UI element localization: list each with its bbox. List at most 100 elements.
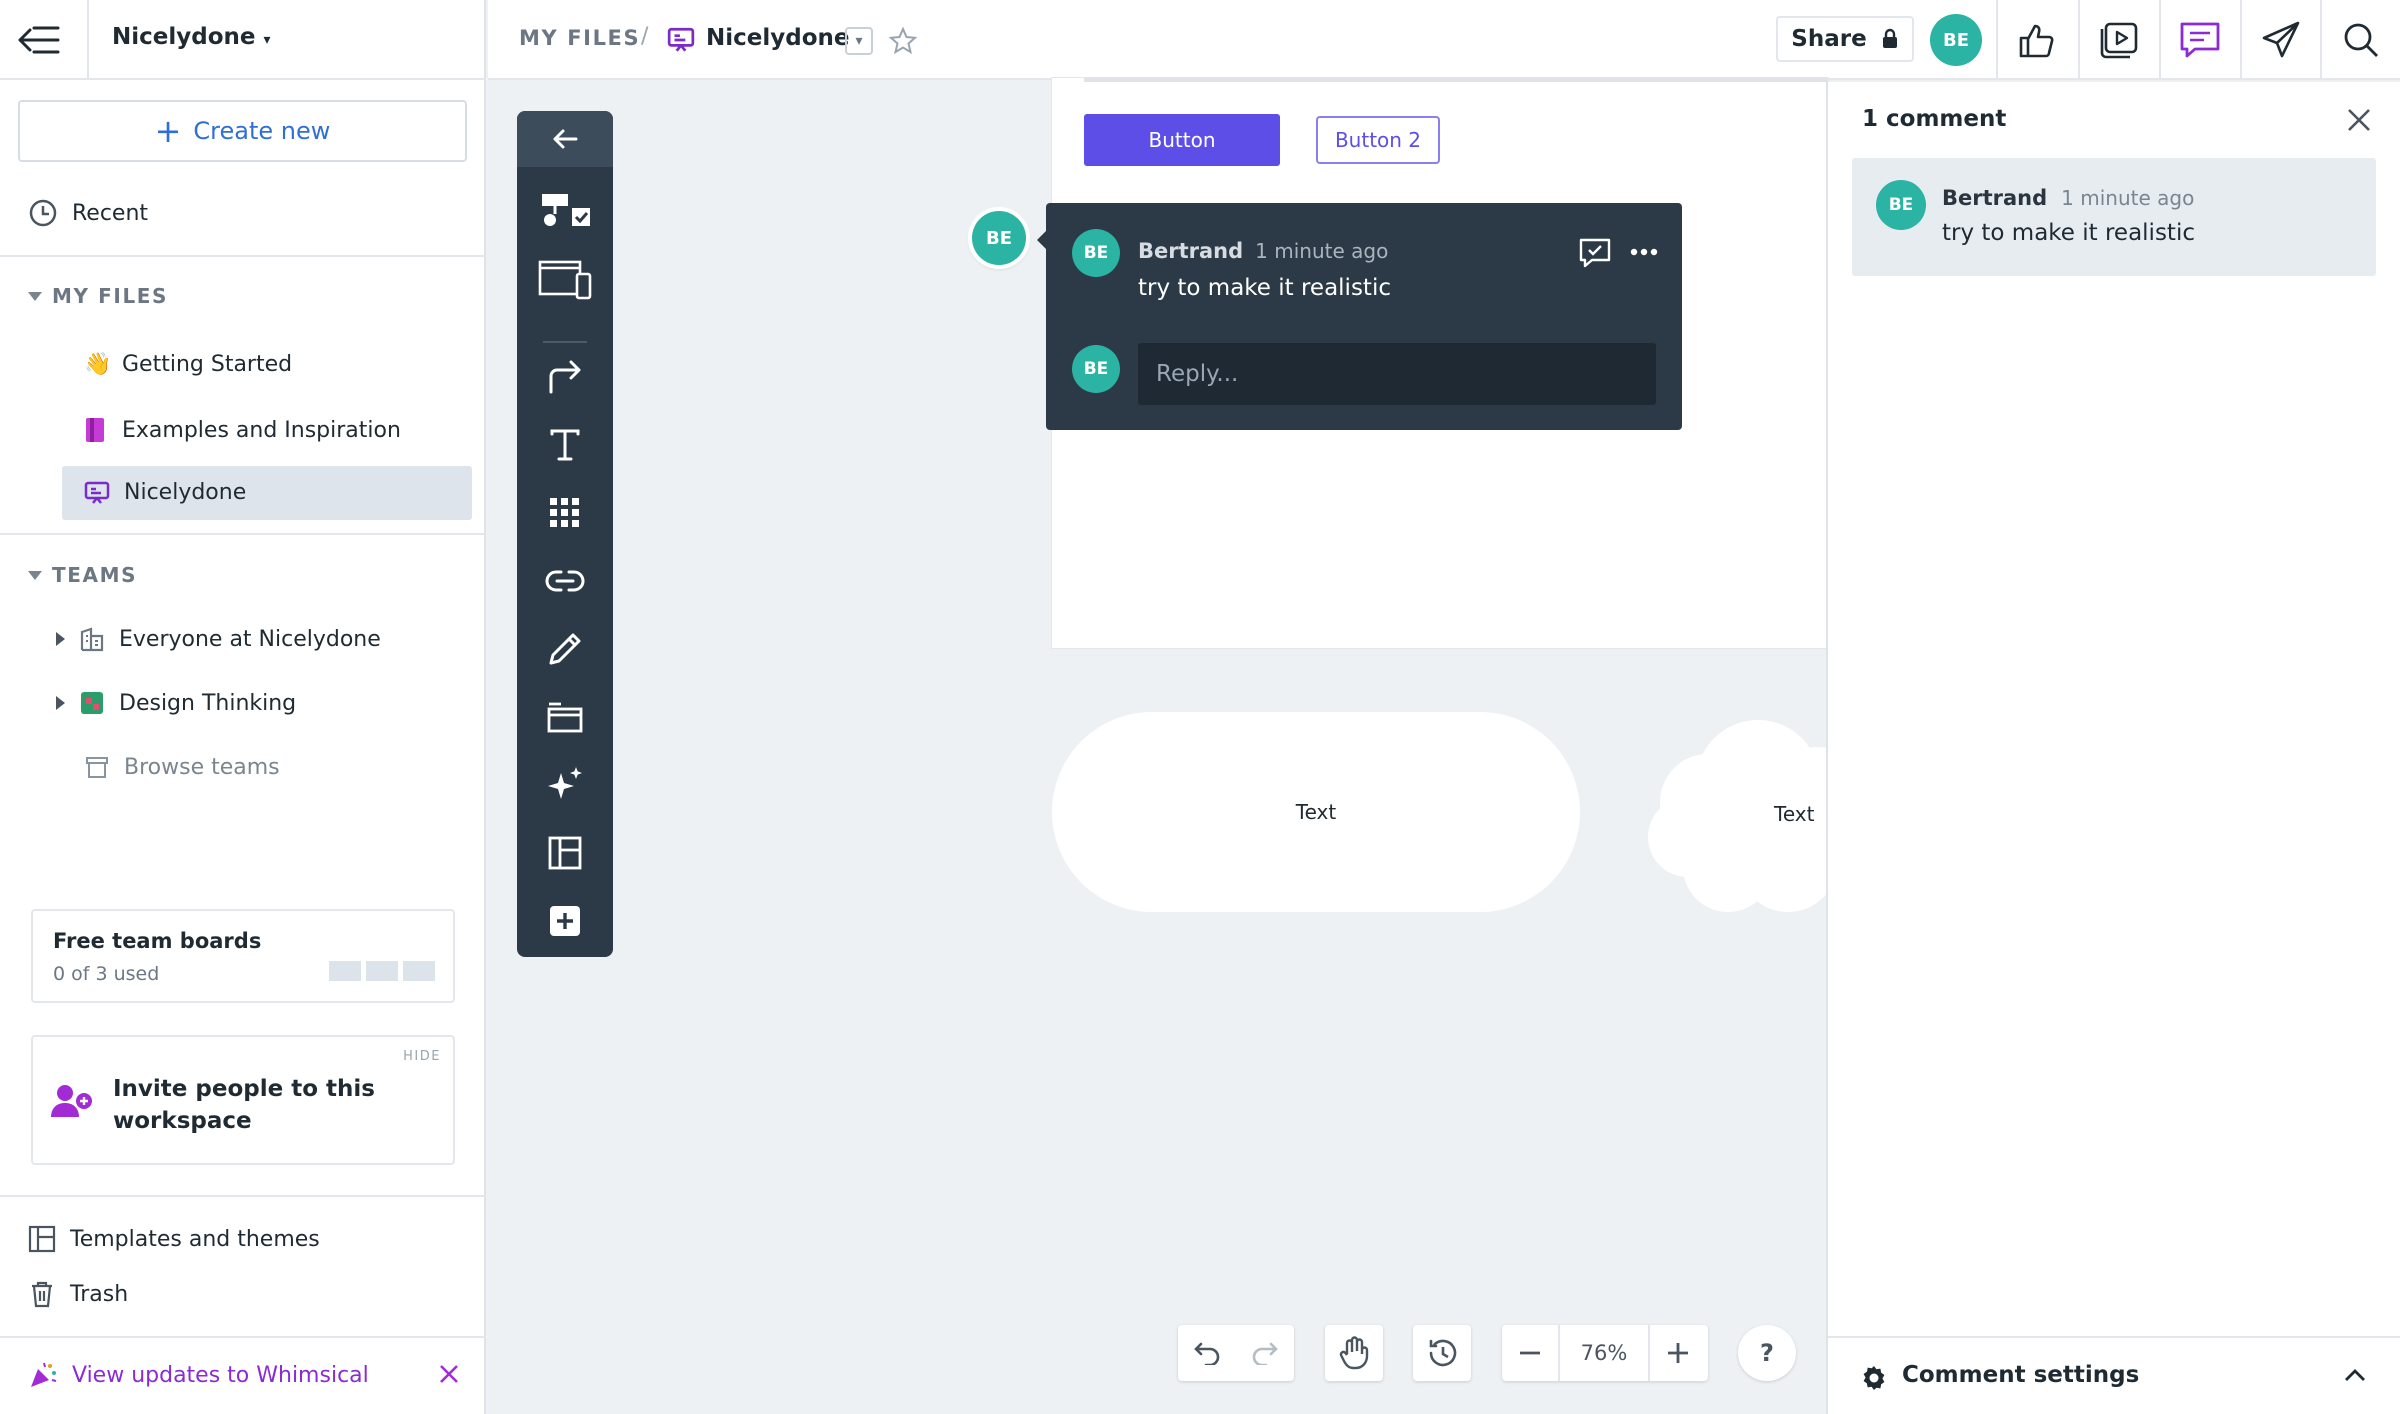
file-menu-chevron-down-icon[interactable]: ▾: [845, 27, 873, 55]
resolve-comment-icon[interactable]: [1578, 237, 1612, 269]
file-name[interactable]: Nicelydone: [706, 25, 849, 51]
avatar: BE: [1072, 229, 1120, 277]
breadcrumb-separator: /: [641, 24, 649, 49]
help-button[interactable]: ?: [1738, 1325, 1796, 1381]
lock-icon: [1881, 28, 1899, 50]
send-button[interactable]: [2240, 0, 2320, 80]
sparkle-icon: [545, 765, 585, 805]
history-icon: [1426, 1338, 1458, 1368]
invite-card[interactable]: HIDE Invite people to this workspace: [31, 1035, 455, 1165]
divider: [0, 533, 486, 535]
board-icon: [667, 27, 695, 53]
pan-tool-button[interactable]: [1325, 1325, 1383, 1381]
usage-slot: [366, 961, 398, 981]
view-updates-link[interactable]: View updates to Whimsical: [28, 1360, 369, 1390]
tool-pencil[interactable]: [517, 619, 613, 679]
caret-right-icon[interactable]: [56, 632, 65, 646]
sidebar-item-nicelydone[interactable]: Nicelydone: [84, 480, 246, 505]
my-files-section-toggle[interactable]: MY FILES: [28, 284, 168, 308]
tool-icons[interactable]: [517, 483, 613, 543]
play-slides-icon: [2098, 21, 2140, 59]
share-button[interactable]: Share: [1776, 16, 1914, 62]
sidebar-item-team-everyone[interactable]: Everyone at Nicelydone: [56, 626, 381, 652]
comment-meta: Bertrand 1 minute ago: [1138, 239, 1388, 263]
clock-icon: [28, 198, 58, 228]
canvas-button-1[interactable]: Button: [1084, 114, 1280, 166]
redo-button[interactable]: [1236, 1325, 1294, 1381]
comment-time: 1 minute ago: [1255, 239, 1389, 263]
section-icon: [546, 701, 584, 733]
tool-templates[interactable]: [517, 823, 613, 883]
templates-label: Templates and themes: [70, 1226, 320, 1252]
thumbs-up-button[interactable]: [1996, 0, 2076, 80]
undo-button[interactable]: [1178, 1325, 1236, 1381]
teams-section-toggle[interactable]: TEAMS: [28, 563, 137, 587]
comments-panel: [1826, 82, 2400, 1414]
tool-wireframe[interactable]: [517, 249, 613, 309]
canvas-button-2[interactable]: Button 2: [1316, 116, 1440, 164]
free-team-boards-card[interactable]: Free team boards 0 of 3 used: [31, 909, 455, 1003]
zoom-level[interactable]: 76%: [1560, 1325, 1648, 1381]
caret-right-icon[interactable]: [56, 696, 65, 710]
comment-card[interactable]: BE Bertrand 1 minute ago try to make it …: [1852, 158, 2376, 276]
sidebar-item-label: Design Thinking: [119, 690, 297, 716]
free-boards-title: Free team boards: [53, 929, 262, 953]
chevron-up-icon[interactable]: [2344, 1368, 2366, 1382]
comments-panel-title: 1 comment: [1862, 106, 2007, 132]
grid-icon: [548, 496, 582, 530]
rounded-shape[interactable]: Text: [1052, 712, 1580, 912]
comment-settings-label: Comment settings: [1902, 1362, 2140, 1388]
usage-meter: [329, 961, 435, 981]
template-icon: [28, 1225, 56, 1253]
workspace-switcher[interactable]: Nicelydone ▾: [112, 24, 271, 50]
tool-more[interactable]: [517, 891, 613, 951]
sidebar-item-label: Nicelydone: [124, 480, 247, 505]
templates-link[interactable]: Templates and themes: [28, 1225, 320, 1253]
caret-down-icon: [28, 291, 42, 301]
tool-section[interactable]: [517, 687, 613, 747]
close-icon[interactable]: [2346, 107, 2372, 133]
sidebar-item-team-design-thinking[interactable]: Design Thinking: [56, 690, 296, 716]
search-button[interactable]: [2320, 0, 2400, 80]
sidebar-item-getting-started[interactable]: 👋 Getting Started: [84, 352, 292, 377]
star-icon[interactable]: [888, 26, 918, 56]
avatar[interactable]: BE: [1930, 14, 1982, 66]
tool-text[interactable]: [517, 415, 613, 475]
shape-text: Text: [1774, 802, 1815, 826]
tool-link[interactable]: [517, 551, 613, 611]
trash-label: Trash: [70, 1281, 129, 1307]
divider: [0, 255, 486, 257]
cloud-shape[interactable]: Text: [1648, 712, 1828, 916]
avatar: BE: [1072, 345, 1120, 393]
tool-ai[interactable]: [517, 755, 613, 815]
zoom-out-button[interactable]: [1502, 1325, 1560, 1381]
close-icon[interactable]: [436, 1361, 462, 1387]
section-title: TEAMS: [52, 563, 138, 587]
history-button[interactable]: [1413, 1325, 1471, 1381]
sidebar-item-recent[interactable]: Recent: [28, 198, 148, 228]
breadcrumb-my-files[interactable]: MY FILES: [519, 26, 640, 50]
gear-icon: [1860, 1364, 1888, 1392]
create-new-button[interactable]: + Create new: [18, 100, 467, 162]
sidebar-item-label: Examples and Inspiration: [122, 417, 401, 443]
collapse-toolbar-button[interactable]: [517, 111, 613, 167]
comment-pin[interactable]: BE: [972, 211, 1026, 265]
add-user-icon: [49, 1081, 95, 1121]
trash-link[interactable]: Trash: [28, 1280, 128, 1308]
collapse-sidebar-icon[interactable]: [18, 24, 60, 56]
comments-button[interactable]: [2159, 0, 2239, 80]
sidebar-item-examples[interactable]: Examples and Inspiration: [84, 416, 401, 444]
comment-icon: [2179, 21, 2221, 59]
zoom-controls: 76%: [1502, 1325, 1708, 1381]
browse-teams-link[interactable]: Browse teams: [84, 754, 280, 780]
zoom-in-button[interactable]: [1648, 1325, 1706, 1381]
reply-input[interactable]: [1138, 343, 1656, 405]
tool-flowchart[interactable]: [517, 181, 613, 241]
comment-settings-bar[interactable]: Comment settings: [1828, 1336, 2400, 1414]
hide-invite-button[interactable]: HIDE: [403, 1049, 441, 1064]
more-options-icon[interactable]: [1630, 247, 1658, 257]
present-button[interactable]: [2078, 0, 2158, 80]
invite-text: Invite people to this workspace: [113, 1073, 375, 1137]
sidebar-item-label: Everyone at Nicelydone: [119, 626, 381, 652]
tool-connector[interactable]: [517, 347, 613, 407]
